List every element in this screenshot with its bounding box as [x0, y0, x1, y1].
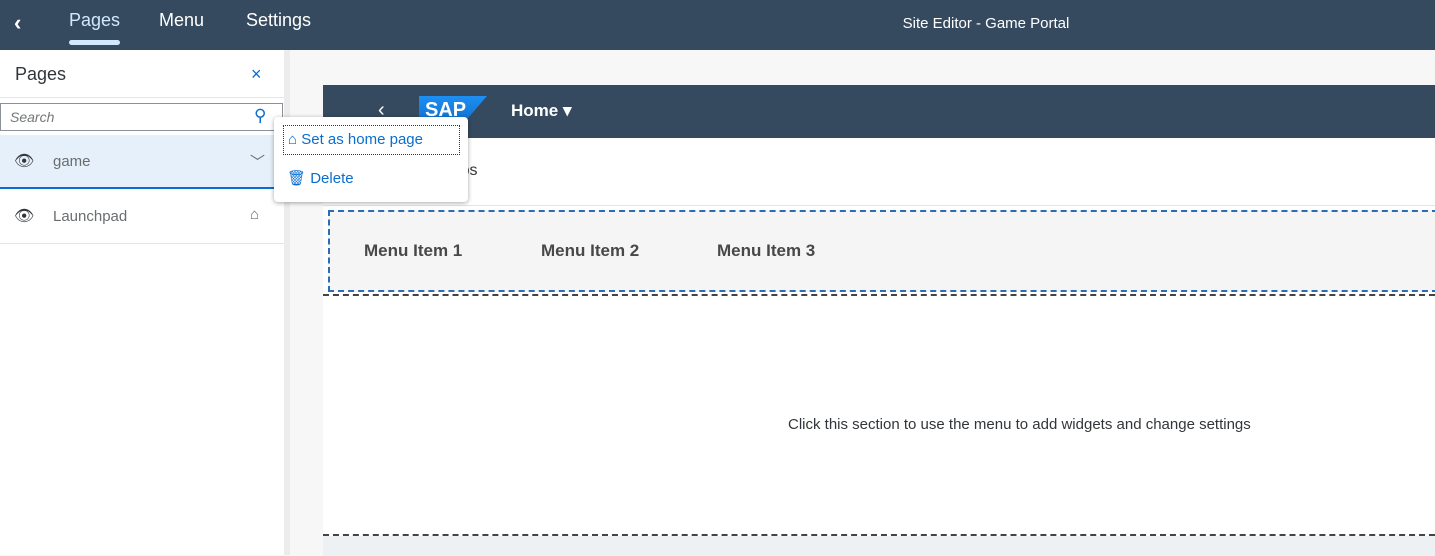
home-icon: ⌂ — [250, 206, 260, 223]
context-menu: ⌂ Set as home page 🗑 Delete — [274, 117, 468, 202]
panel-title: Pages — [15, 64, 67, 84]
site-preview: ‹ SAP Home ▾ Apps Menu Item 1 Menu Item … — [323, 85, 1435, 556]
search-placeholder: Search — [10, 109, 55, 125]
home-icon: ⌂ — [288, 131, 302, 148]
top-bar: ‹ Pages Menu Settings Site Editor - Game… — [0, 0, 1435, 50]
menu-item-label: Delete — [310, 170, 354, 187]
window-title: Site Editor - Game Portal — [902, 15, 1070, 32]
menu-item-1[interactable]: Menu Item 1 — [364, 241, 462, 261]
close-icon[interactable]: × — [251, 64, 262, 85]
menu-item-label: Set as home page — [301, 131, 423, 148]
section-hint: Click this section to use the menu to ad… — [788, 416, 1251, 433]
home-nav-dropdown[interactable]: Home ▾ — [511, 101, 572, 121]
set-home-page-item[interactable]: ⌂ Set as home page — [283, 125, 460, 155]
search-icon[interactable]: ⚲ — [254, 106, 266, 126]
page-item-game[interactable]: 👁 game ﹀ — [0, 135, 284, 189]
eye-icon[interactable]: 👁 — [14, 206, 34, 226]
pages-panel: Pages × Search ⚲ 👁 game ﹀ 👁 Launchpad ⌂ — [0, 50, 290, 555]
page-label: Launchpad — [53, 208, 128, 225]
eye-icon[interactable]: 👁 — [14, 151, 34, 171]
content-section[interactable]: Click this section to use the menu to ad… — [323, 294, 1435, 536]
chevron-down-icon[interactable]: ﹀ — [250, 151, 265, 172]
menu-item-3[interactable]: Menu Item 3 — [717, 241, 815, 261]
search-input[interactable]: Search ⚲ — [0, 103, 283, 131]
preview-header: ‹ SAP Home ▾ — [323, 85, 1435, 138]
trash-icon: 🗑 — [287, 170, 311, 187]
menu-section[interactable]: Menu Item 1 Menu Item 2 Menu Item 3 — [328, 210, 1435, 292]
menu-item-2[interactable]: Menu Item 2 — [541, 241, 639, 261]
page-item-launchpad[interactable]: 👁 Launchpad ⌂ — [0, 190, 284, 244]
page-label: game — [53, 153, 91, 170]
delete-item[interactable]: 🗑 Delete — [283, 164, 358, 194]
